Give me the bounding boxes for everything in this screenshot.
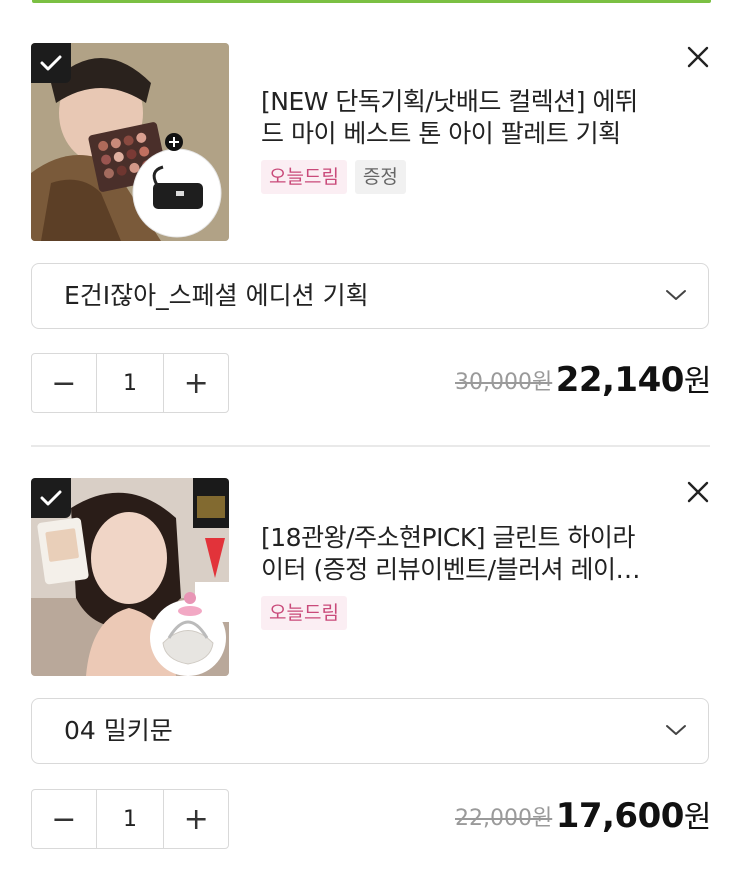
chevron-down-icon bbox=[666, 725, 686, 735]
gift-badge: 증정 bbox=[354, 160, 406, 194]
increase-quantity-button[interactable]: + bbox=[164, 354, 228, 412]
product-title-line2: 드 마이 베스트 톤 아이 팔레트 기획 bbox=[261, 119, 621, 148]
close-icon bbox=[687, 481, 709, 503]
check-icon bbox=[40, 55, 62, 71]
sale-price: 17,600원 bbox=[555, 792, 712, 836]
product-image[interactable] bbox=[31, 43, 229, 241]
product-title-line2: 이터 (증정 리뷰이벤트/블러셔 레이… bbox=[261, 555, 641, 584]
today-dream-badge: 오늘드림 bbox=[261, 160, 347, 194]
sale-price: 22,140원 bbox=[555, 356, 712, 400]
select-checkbox[interactable] bbox=[31, 478, 71, 518]
sale-price-value: 17,600 bbox=[555, 796, 685, 836]
decrease-quantity-button[interactable]: − bbox=[32, 354, 96, 412]
remove-item-button[interactable] bbox=[684, 478, 712, 506]
option-select[interactable]: 04 밀키문 bbox=[31, 698, 709, 764]
product-title[interactable]: [NEW 단독기획/낫배드 컬렉션] 에뛰 드 마이 베스트 톤 아이 팔레트 … bbox=[261, 86, 661, 150]
top-accent-bar bbox=[32, 0, 711, 3]
original-price: 30,000원 bbox=[455, 370, 553, 395]
select-checkbox[interactable] bbox=[31, 43, 71, 83]
quantity-stepper: − 1 + bbox=[31, 789, 229, 849]
quantity-value: 1 bbox=[95, 790, 165, 848]
quantity-stepper: − 1 + bbox=[31, 353, 229, 413]
price-unit: 원 bbox=[683, 364, 712, 399]
item-divider bbox=[31, 445, 710, 447]
price-unit: 원 bbox=[683, 800, 712, 835]
decrease-quantity-button[interactable]: − bbox=[32, 790, 96, 848]
product-title[interactable]: [18관왕/주소현PICK] 글린트 하이라 이터 (증정 리뷰이벤트/블러셔 … bbox=[261, 522, 661, 586]
option-select-value: 04 밀키문 bbox=[64, 716, 173, 745]
chevron-down-icon bbox=[666, 290, 686, 300]
product-title-line1: [NEW 단독기획/낫배드 컬렉션] 에뛰 bbox=[261, 87, 638, 116]
increase-quantity-button[interactable]: + bbox=[164, 790, 228, 848]
check-icon bbox=[40, 490, 62, 506]
remove-item-button[interactable] bbox=[684, 43, 712, 71]
option-select[interactable]: E건I잖아_스페셜 에디션 기획 bbox=[31, 263, 709, 329]
product-tags: 오늘드림 bbox=[261, 596, 347, 630]
product-title-line1: [18관왕/주소현PICK] 글린트 하이라 bbox=[261, 523, 635, 552]
today-dream-badge: 오늘드림 bbox=[261, 596, 347, 630]
product-image[interactable] bbox=[31, 478, 229, 676]
option-select-value: E건I잖아_스페셜 에디션 기획 bbox=[64, 281, 369, 310]
quantity-value: 1 bbox=[95, 354, 165, 412]
sale-price-value: 22,140 bbox=[555, 360, 685, 400]
original-price: 22,000원 bbox=[455, 806, 553, 831]
product-tags: 오늘드림 증정 bbox=[261, 160, 406, 194]
close-icon bbox=[687, 46, 709, 68]
